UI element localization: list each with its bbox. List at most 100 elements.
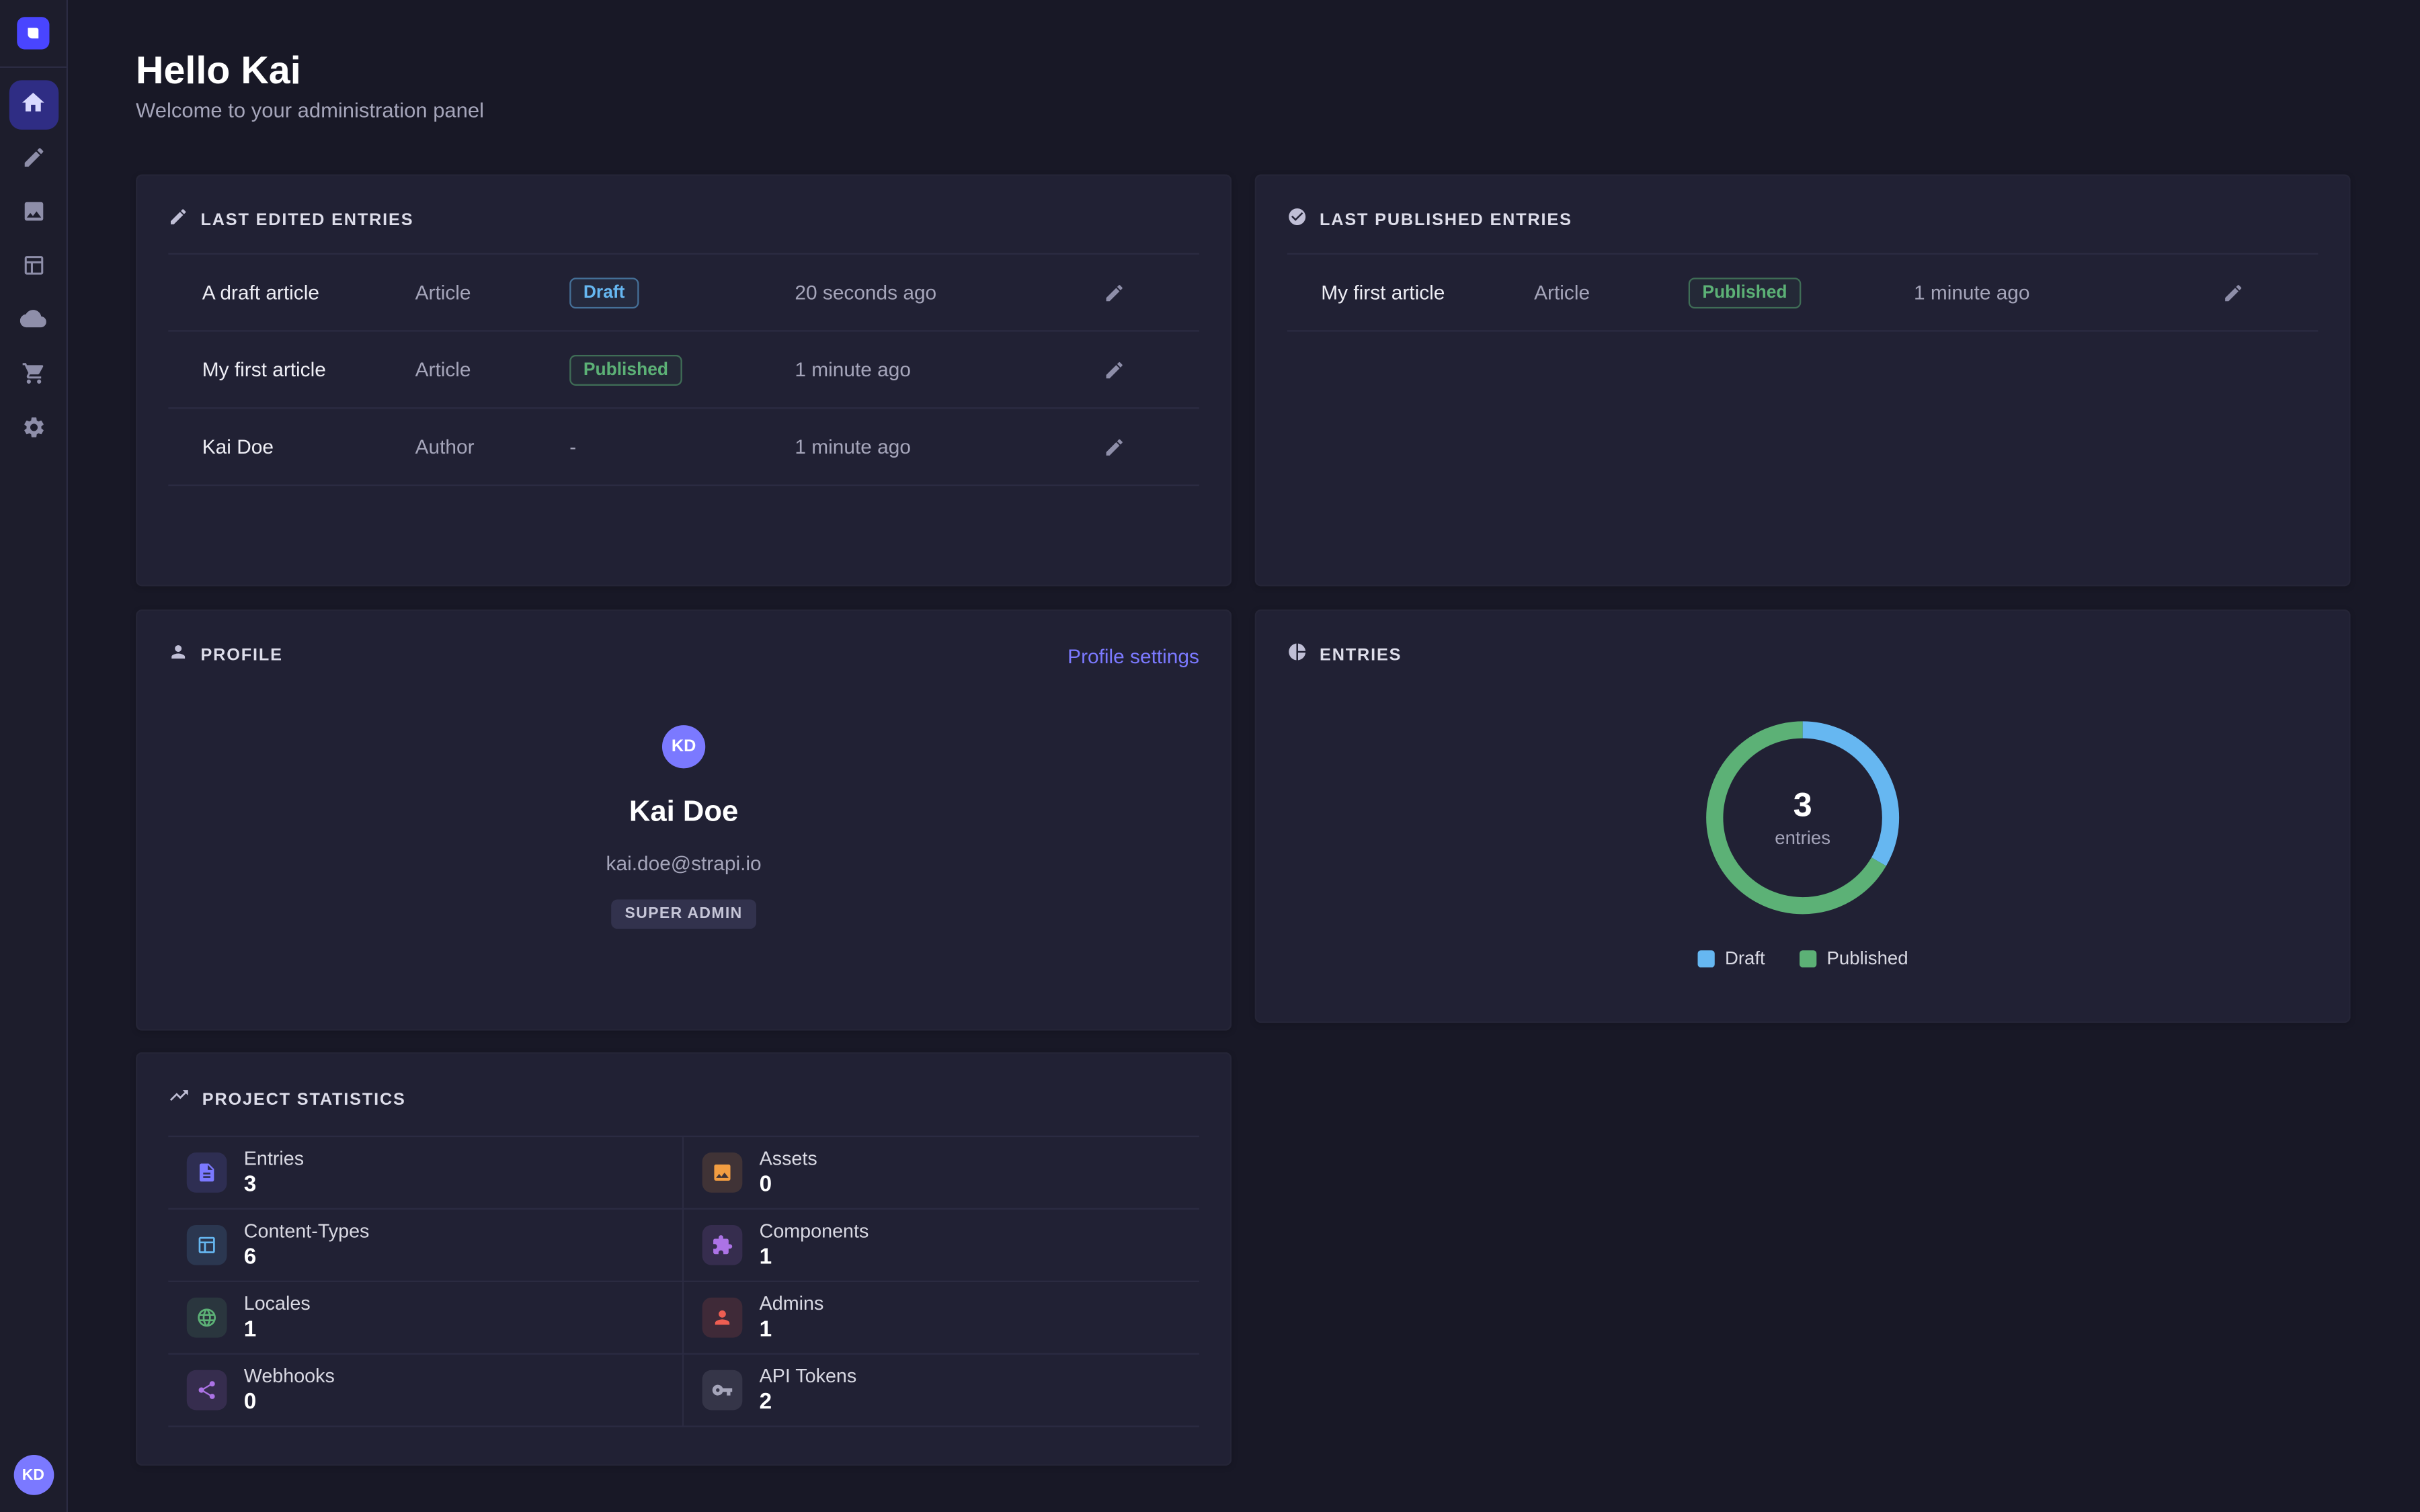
stat-value: 2 <box>760 1388 857 1415</box>
card-project-statistics: PROJECT STATISTICS Entries3 Assets0 Cont… <box>136 1052 1232 1466</box>
stat-label: Content-Types <box>244 1220 370 1243</box>
page-title: Hello Kai <box>136 49 301 94</box>
stat-admins: Admins1 <box>684 1282 1199 1355</box>
layout-icon <box>187 1225 227 1265</box>
strapi-logo[interactable] <box>0 0 67 68</box>
table-row: A draft article Article Draft 20 seconds… <box>168 255 1199 332</box>
globe-icon <box>187 1298 227 1338</box>
pen-icon <box>21 144 46 174</box>
last-edited-table: A draft article Article Draft 20 seconds… <box>168 253 1199 487</box>
entry-time: 20 seconds ago <box>795 281 1029 304</box>
user-avatar-initials: KD <box>22 1466 44 1483</box>
check-circle-icon <box>1287 207 1307 235</box>
role-badge: SUPER ADMIN <box>611 900 756 929</box>
stat-value: 1 <box>760 1315 824 1343</box>
entry-name: My first article <box>1321 281 1534 304</box>
strapi-logo-icon <box>17 17 49 49</box>
stat-value: 0 <box>244 1388 335 1415</box>
table-row: My first article Article Published 1 min… <box>1287 255 2318 332</box>
stat-label: API Tokens <box>760 1365 857 1388</box>
stat-content-types: Content-Types6 <box>168 1210 684 1282</box>
card-title: ENTRIES <box>1320 646 1402 665</box>
sidebar-item-content-type-builder[interactable] <box>9 242 58 291</box>
entry-time: 1 minute ago <box>795 358 1029 381</box>
profile-settings-link[interactable]: Profile settings <box>1067 644 1199 667</box>
donut-legend: Draft Published <box>1697 948 1908 969</box>
trending-up-icon <box>168 1085 190 1114</box>
user-avatar[interactable]: KD <box>13 1455 54 1495</box>
stat-value: 1 <box>760 1243 869 1270</box>
card-last-published-entries: LAST PUBLISHED ENTRIES My first article … <box>1255 174 2351 586</box>
card-profile: PROFILE Profile settings KD Kai Doe kai.… <box>136 610 1232 1031</box>
table-row: My first article Article Published 1 min… <box>168 332 1199 409</box>
stat-locales: Locales1 <box>168 1282 684 1355</box>
entry-type: Article <box>1534 281 1689 304</box>
edit-entry-button[interactable] <box>1093 348 1136 391</box>
card-last-edited-entries: LAST EDITED ENTRIES A draft article Arti… <box>136 174 1232 586</box>
entry-name: Kai Doe <box>202 435 415 458</box>
sidebar-item-home[interactable] <box>9 80 58 129</box>
card-title: LAST EDITED ENTRIES <box>200 212 413 230</box>
entries-count-label: entries <box>1775 826 1830 847</box>
sidebar-nav <box>9 68 58 454</box>
sidebar-item-content-manager[interactable] <box>9 134 58 183</box>
sidebar-item-settings[interactable] <box>9 405 58 454</box>
entry-time: 1 minute ago <box>1914 281 2148 304</box>
edit-entry-button[interactable] <box>1093 271 1136 314</box>
legend-label: Published <box>1827 948 1908 969</box>
edit-entry-button[interactable] <box>2212 271 2255 314</box>
card-title: PROJECT STATISTICS <box>202 1090 406 1109</box>
image-icon <box>702 1152 743 1193</box>
file-icon <box>187 1152 227 1193</box>
profile-avatar-initials: KD <box>672 737 696 756</box>
sidebar-item-media-library[interactable] <box>9 188 58 237</box>
cloud-icon <box>20 306 46 337</box>
gear-icon <box>21 414 46 444</box>
stat-label: Components <box>760 1220 869 1243</box>
stat-label: Entries <box>244 1147 304 1170</box>
entry-type: Article <box>415 281 570 304</box>
page-subtitle: Welcome to your administration panel <box>136 99 484 122</box>
entry-time: 1 minute ago <box>795 435 1029 458</box>
entries-body: 3 entries Draft Published <box>1256 710 2349 969</box>
stat-value: 6 <box>244 1243 370 1270</box>
stat-label: Admins <box>760 1292 824 1315</box>
stat-value: 3 <box>244 1170 304 1198</box>
entries-count: 3 <box>1793 788 1812 822</box>
profile-body: KD Kai Doe kai.doe@strapi.io SUPER ADMIN <box>137 725 1230 929</box>
stat-entries: Entries3 <box>168 1137 684 1210</box>
stat-value: 0 <box>760 1170 817 1198</box>
stat-webhooks: Webhooks0 <box>168 1355 684 1427</box>
card-header: PROFILE Profile settings <box>137 611 1230 688</box>
stat-components: Components1 <box>684 1210 1199 1282</box>
legend-label: Draft <box>1725 948 1765 969</box>
media-icon <box>21 198 46 228</box>
status-badge: Draft <box>569 277 639 308</box>
stat-assets: Assets0 <box>684 1137 1199 1210</box>
published-swatch <box>1799 950 1816 966</box>
sidebar-item-deploy[interactable] <box>9 296 58 345</box>
table-row: Kai Doe Author - 1 minute ago <box>168 409 1199 486</box>
card-header: ENTRIES <box>1256 611 2349 688</box>
stat-label: Webhooks <box>244 1365 335 1388</box>
share-network-icon <box>187 1370 227 1411</box>
entry-type: Author <box>415 435 570 458</box>
last-published-table: My first article Article Published 1 min… <box>1287 253 2318 332</box>
edit-entry-button[interactable] <box>1093 425 1136 468</box>
stat-label: Assets <box>760 1147 817 1170</box>
entry-type: Article <box>415 358 570 381</box>
person-icon <box>702 1298 743 1338</box>
dashboard-page: KD Hello Kai Welcome to your administrat… <box>0 0 2420 1512</box>
profile-name: Kai Doe <box>629 796 738 831</box>
pie-chart-icon <box>1287 642 1307 669</box>
legend-item-published: Published <box>1799 948 1908 969</box>
entry-name: My first article <box>202 358 415 381</box>
status-empty: - <box>569 435 576 458</box>
status-badge: Published <box>569 354 682 385</box>
home-icon <box>20 89 46 120</box>
sidebar-item-marketplace[interactable] <box>9 350 58 399</box>
key-icon <box>702 1370 743 1411</box>
stat-api-tokens: API Tokens2 <box>684 1355 1199 1427</box>
entry-name: A draft article <box>202 281 415 304</box>
person-icon <box>168 642 188 669</box>
